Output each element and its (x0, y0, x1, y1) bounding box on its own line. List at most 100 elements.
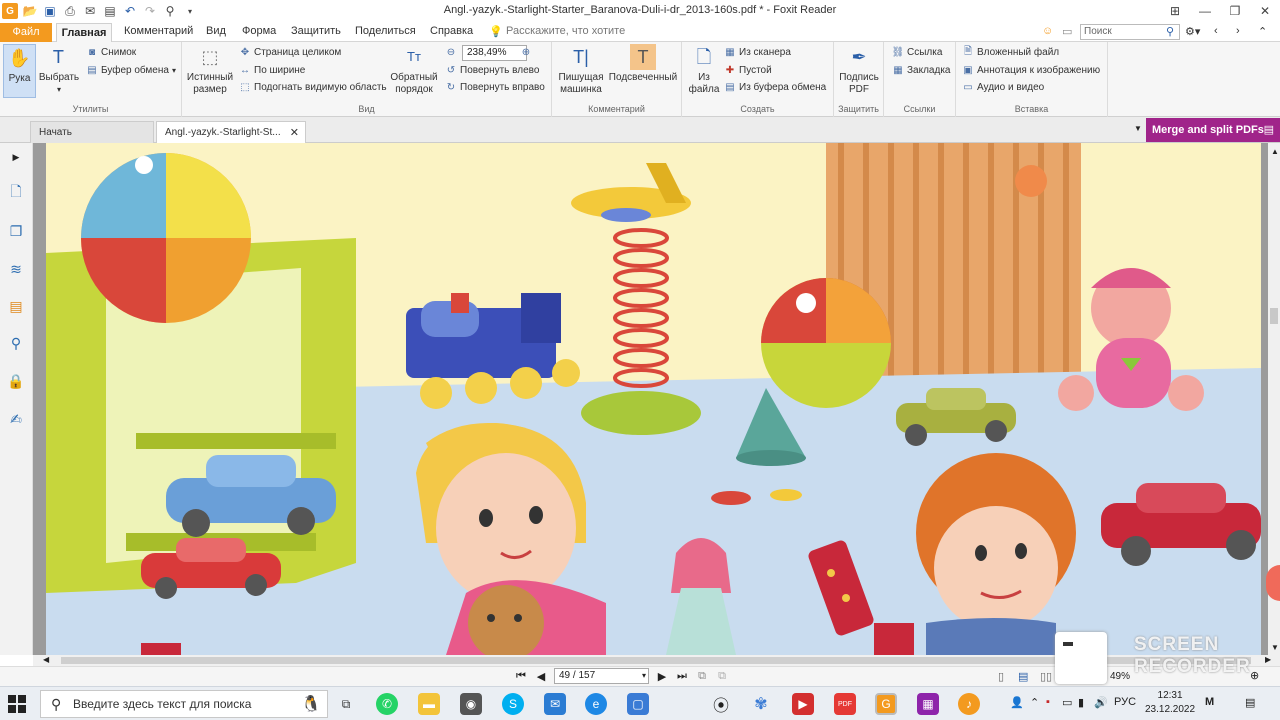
close-tab-icon[interactable]: ✕ (290, 126, 299, 139)
whatsapp-icon[interactable]: ✆ (376, 693, 398, 715)
merge-split-banner[interactable]: Merge and split PDFs ▤ (1146, 118, 1280, 142)
next-page-icon[interactable]: ▶ (655, 670, 669, 683)
from-clipboard-button[interactable]: ▤ Из буфера обмена (724, 81, 826, 93)
file-explorer-icon[interactable]: ▬ (418, 693, 440, 715)
highlight-button[interactable]: T Подсвеченный (608, 44, 678, 84)
prev-view-icon[interactable]: ⧉ (695, 670, 709, 683)
zoom-in-icon[interactable]: ⊕ (520, 46, 532, 58)
back-icon[interactable]: ‹ (1214, 25, 1218, 37)
scroll-right-icon[interactable]: ▶ (1265, 655, 1271, 664)
fit-visible-button[interactable]: ⬚ Подогнать видимую область (239, 81, 386, 93)
m-app-icon[interactable]: M (1205, 696, 1214, 708)
first-page-icon[interactable]: ⏮ (514, 670, 528, 683)
tab-help[interactable]: Справка (430, 25, 473, 37)
layers-icon[interactable]: ≋ (6, 259, 26, 279)
minimize-button[interactable]: — (1190, 0, 1220, 22)
select-tool-button[interactable]: Ꭲ Выбрать ▾ (38, 44, 80, 96)
edge-browser-icon[interactable]: e (585, 693, 607, 715)
battery-icon[interactable]: ▮ (1078, 696, 1084, 709)
close-button[interactable]: ✕ (1250, 0, 1280, 22)
audio-video-button[interactable]: ▭ Аудио и видео (962, 81, 1044, 93)
document-view[interactable] (33, 143, 1268, 655)
tell-me-input[interactable]: Расскажите, что хотите (506, 25, 625, 37)
task-view-icon[interactable]: ⧉ (335, 693, 357, 715)
tab-list-dropdown-icon[interactable]: ▼ (1134, 124, 1142, 133)
smile-icon[interactable]: ☺ (1042, 25, 1053, 37)
pdf-page[interactable] (46, 143, 1261, 655)
image-annotation-button[interactable]: ▣ Аннотация к изображению (962, 64, 1100, 76)
continuous-view-icon[interactable]: ▤ (1018, 670, 1028, 683)
network-icon[interactable]: ▭ (1062, 696, 1072, 709)
video-player-icon[interactable]: ▶ (792, 693, 814, 715)
paint-app-icon[interactable]: ✾ (750, 693, 772, 715)
volume-icon[interactable]: 🔊 (1094, 696, 1108, 709)
person-icon[interactable]: 👤 (1010, 696, 1024, 709)
prev-page-icon[interactable]: ◀ (534, 670, 548, 683)
snapshot-button[interactable]: ◙ Снимок (86, 46, 136, 58)
hand-tool-button[interactable]: ✋ Рука (3, 44, 36, 98)
clipboard-button[interactable]: ▤ Буфер обмена ▾ (86, 64, 176, 76)
notifications-icon[interactable]: ▤ (1245, 696, 1255, 709)
camera-app-icon[interactable]: ◉ (460, 693, 482, 715)
comments-icon[interactable]: ▤ (6, 296, 26, 316)
maximize-button[interactable]: ❐ (1220, 0, 1250, 22)
search-icon[interactable]: ⚲ (1166, 25, 1174, 38)
attachments-icon[interactable]: ⚲ (6, 333, 26, 353)
ribbon-layout-icon[interactable]: ⊞ (1160, 0, 1190, 22)
tab-home[interactable]: Главная (56, 23, 112, 43)
zoom-input[interactable]: 238,49% (462, 45, 527, 61)
chat-app-icon[interactable]: ▢ (627, 693, 649, 715)
settings-gear-icon[interactable]: ⚙▾ (1185, 25, 1200, 38)
start-windows-icon[interactable] (8, 695, 26, 713)
blank-button[interactable]: ✚ Пустой (724, 64, 772, 76)
reverse-order-button[interactable]: Tт Обратный порядок (390, 44, 438, 96)
collapse-ribbon-icon[interactable]: ⌃ (1258, 25, 1267, 38)
antivirus-tray-icon[interactable]: ▪ (1046, 696, 1050, 708)
vertical-scroll-thumb[interactable] (1270, 308, 1278, 324)
pdf-converter-icon[interactable]: PDF (834, 693, 856, 715)
tab-form[interactable]: Форма (242, 25, 276, 37)
tab-share[interactable]: Поделиться (355, 25, 416, 37)
rotate-left-button[interactable]: ↺ Повернуть влево (445, 64, 540, 76)
tab-document[interactable]: Angl.-yazyk.-Starlight-St... ✕ (156, 121, 306, 143)
from-scanner-button[interactable]: ▦ Из сканера (724, 46, 791, 58)
tab-protect[interactable]: Защитить (291, 25, 341, 37)
forward-icon[interactable]: › (1236, 25, 1240, 37)
zoom-in-status-icon[interactable]: ⊕ (1250, 669, 1259, 682)
facing-view-icon[interactable]: ▯▯ (1040, 670, 1052, 683)
from-file-button[interactable]: 🗋 Из файла (686, 44, 722, 96)
skype-icon[interactable]: S (502, 693, 524, 715)
last-page-icon[interactable]: ⏭ (675, 670, 689, 683)
actual-size-button[interactable]: ⬚ Истинный размер (186, 44, 234, 96)
signature-icon[interactable]: ✍ (6, 409, 26, 429)
scroll-up-icon[interactable]: ▲ (1271, 147, 1279, 156)
zoom-out-icon[interactable]: ⊖ (445, 46, 457, 58)
tab-comment[interactable]: Комментарий (124, 25, 193, 37)
clock[interactable]: 12:31 23.12.2022 (1145, 689, 1195, 717)
keyboard-language[interactable]: РУС (1114, 696, 1136, 708)
bookmark-button[interactable]: ▦ Закладка (892, 64, 950, 76)
find-doc-icon[interactable]: ▭ (1062, 25, 1072, 38)
mail-icon[interactable]: ✉ (544, 693, 566, 715)
tab-start[interactable]: Начать (30, 121, 154, 143)
fit-page-button[interactable]: ✥ Страница целиком (239, 46, 342, 58)
page-number-input[interactable]: 49 / 157 ▾ (554, 668, 649, 684)
sign-pdf-button[interactable]: ✒ Подпись PDF (836, 44, 882, 96)
winrar-icon[interactable]: ▦ (917, 693, 939, 715)
scroll-left-icon[interactable]: ◀ (43, 655, 49, 664)
scroll-down-icon[interactable]: ▼ (1271, 643, 1279, 652)
record-indicator[interactable] (1266, 565, 1280, 601)
recorder-minimize-icon[interactable] (1063, 642, 1073, 646)
rotate-right-button[interactable]: ↻ Повернуть вправо (445, 81, 545, 93)
media-app-icon[interactable]: ♪ (958, 693, 980, 715)
search-input[interactable]: Поиск (1080, 24, 1180, 40)
taskbar-search-input[interactable]: ⚲ Введите здесь текст для поиска 🐧 (40, 690, 328, 718)
page-icon[interactable]: 🗋 (6, 183, 26, 203)
fit-width-button[interactable]: ↔ По ширине (239, 64, 305, 76)
map-pin-icon[interactable]: ⦿ (710, 693, 732, 715)
recorder-widget[interactable] (1055, 632, 1107, 684)
pages-thumbnails-icon[interactable]: ❐ (6, 221, 26, 241)
tray-expand-icon[interactable]: ⌃ (1030, 696, 1039, 709)
tab-view[interactable]: Вид (206, 25, 226, 37)
link-button[interactable]: ⛓ Ссылка (892, 46, 943, 58)
